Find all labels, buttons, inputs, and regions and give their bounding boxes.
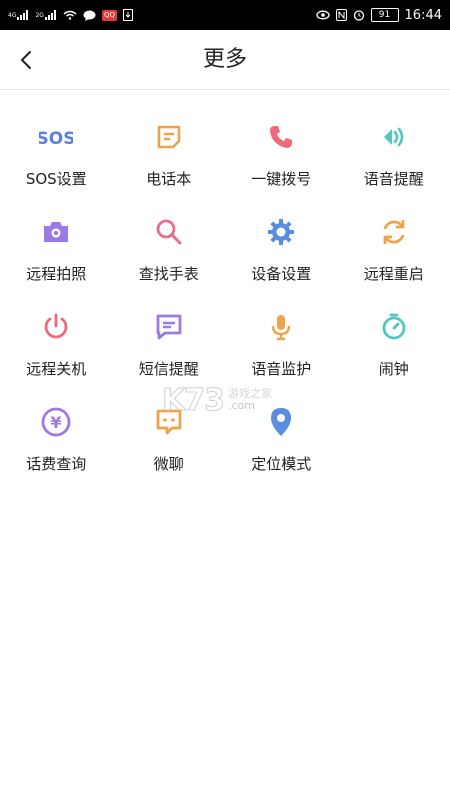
voice-icon	[377, 120, 411, 154]
menu-item-label: 语音监护	[251, 360, 312, 378]
menu-item-device-settings[interactable]: 设备设置	[225, 205, 338, 300]
menu-item-label: 设备设置	[251, 265, 312, 283]
mic-icon	[264, 310, 298, 344]
menu-item-sos-settings[interactable]: SOS SOS设置	[0, 110, 113, 205]
signal-icon: 4G	[8, 10, 29, 20]
eye-icon	[315, 10, 330, 20]
menu-item-label: 查找手表	[138, 265, 199, 283]
watermark: K73 游戏之家 .com	[162, 380, 292, 420]
sms-icon	[152, 310, 186, 344]
menu-item-label: 远程重启	[363, 265, 424, 283]
app-badge-icon: QQ	[101, 9, 117, 21]
camera-icon	[39, 215, 73, 249]
menu-item-label: 一键拨号	[251, 170, 312, 188]
menu-item-label: 微聊	[153, 455, 184, 473]
fee-icon: ¥	[39, 405, 73, 439]
sos-icon: SOS	[39, 120, 73, 154]
menu-item-remote-restart[interactable]: 远程重启	[338, 205, 450, 300]
menu-item-label: 话费查询	[26, 455, 87, 473]
menu-item-label: 远程拍照	[26, 265, 87, 283]
menu-item-fee-query[interactable]: ¥ 话费查询	[0, 395, 113, 490]
empty-cell	[338, 395, 450, 490]
svg-text:SOS: SOS	[39, 129, 73, 149]
nav-header: 更多	[0, 30, 450, 90]
menu-item-label: SOS设置	[25, 170, 87, 188]
gear-icon	[264, 215, 298, 249]
menu-item-label: 远程关机	[26, 360, 87, 378]
menu-item-find-watch[interactable]: 查找手表	[113, 205, 226, 300]
alarm-icon	[377, 310, 411, 344]
power-icon	[39, 310, 73, 344]
grid-row: 远程拍照 查找手表 设备设置 远程重启	[0, 205, 450, 300]
menu-item-remote-photo[interactable]: 远程拍照	[0, 205, 113, 300]
menu-item-label: 电话本	[146, 170, 192, 188]
alarm-clock-icon	[353, 9, 365, 21]
signal-2-icon: 2G	[35, 10, 56, 20]
menu-item-alarm[interactable]: 闹钟	[338, 300, 450, 395]
clock-time: 16:44	[404, 7, 442, 23]
menu-item-remote-shutdown[interactable]: 远程关机	[0, 300, 113, 395]
menu-item-label: 定位模式	[251, 455, 312, 473]
wifi-icon	[63, 10, 77, 20]
menu-item-label: 语音提醒	[363, 170, 424, 188]
message-icon	[83, 10, 96, 21]
menu-item-label: 短信提醒	[138, 360, 199, 378]
svg-text:¥: ¥	[51, 413, 62, 432]
grid-row: SOS SOS设置 电话本 一键拨号 语音提醒	[0, 110, 450, 205]
feature-grid: SOS SOS设置 电话本 一键拨号 语音提醒 远程拍照 查找手表 设备设置 远…	[0, 110, 450, 490]
restart-icon	[377, 215, 411, 249]
watermark-domain: .com	[228, 399, 255, 412]
status-bar: 4G 2G QQ 91 16:44	[0, 0, 450, 30]
phonebook-icon	[152, 120, 186, 154]
watermark-brand: K73	[162, 382, 226, 418]
search-icon	[152, 215, 186, 249]
page-title: 更多	[202, 47, 247, 72]
menu-item-label: 闹钟	[378, 360, 409, 378]
menu-item-quick-dial[interactable]: 一键拨号	[225, 110, 338, 205]
battery-icon: 91	[370, 8, 399, 22]
phone-icon	[264, 120, 298, 154]
menu-item-voice-reminder[interactable]: 语音提醒	[338, 110, 450, 205]
menu-item-phonebook[interactable]: 电话本	[113, 110, 226, 205]
nfc-icon	[335, 9, 347, 21]
download-icon	[122, 9, 133, 21]
